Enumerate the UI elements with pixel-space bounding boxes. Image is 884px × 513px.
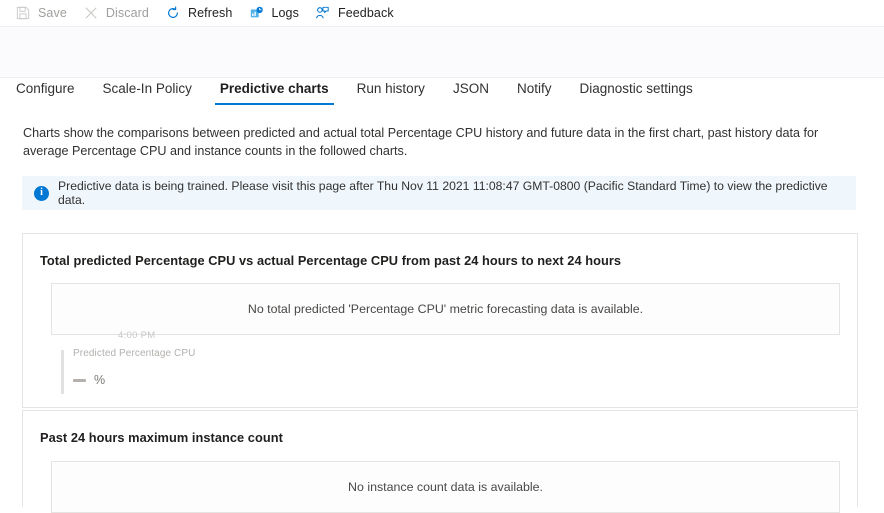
forecast-legend-item: % bbox=[73, 373, 195, 387]
forecast-chart-legend: Predicted Percentage CPU % bbox=[61, 348, 196, 394]
tab-predictive-charts[interactable]: Predictive charts bbox=[206, 80, 343, 105]
info-icon: i bbox=[34, 185, 49, 201]
tab-scale-in-policy[interactable]: Scale-In Policy bbox=[89, 80, 206, 105]
logs-icon bbox=[247, 5, 265, 21]
tab-label: Scale-In Policy bbox=[102, 81, 192, 96]
refresh-icon bbox=[164, 5, 182, 21]
tab-label: Notify bbox=[516, 81, 552, 96]
toolbar-spacer bbox=[0, 26, 884, 78]
save-icon bbox=[14, 5, 32, 21]
info-banner-text: Predictive data is being trained. Please… bbox=[58, 179, 828, 207]
tab-label: Predictive charts bbox=[219, 81, 329, 96]
forecast-empty-message: No total predicted 'Percentage CPU' metr… bbox=[247, 302, 644, 316]
forecast-axis-tick: 4:00 PM bbox=[118, 330, 156, 341]
save-label: Save bbox=[38, 6, 67, 20]
tab-label: Diagnostic settings bbox=[579, 81, 693, 96]
tab-json[interactable]: JSON bbox=[439, 80, 503, 105]
feedback-icon bbox=[314, 5, 332, 21]
forecast-legend-title: Predicted Percentage CPU bbox=[73, 348, 196, 359]
refresh-label: Refresh bbox=[187, 6, 233, 20]
forecast-empty-state: No total predicted 'Percentage CPU' metr… bbox=[51, 283, 840, 335]
instance-empty-state: No instance count data is available. bbox=[51, 461, 840, 513]
legend-swatch-icon bbox=[73, 378, 86, 382]
instance-empty-message: No instance count data is available. bbox=[348, 480, 543, 494]
discard-label: Discard bbox=[105, 6, 149, 20]
forecast-chart-card: Total predicted Percentage CPU vs actual… bbox=[22, 233, 858, 408]
feedback-label: Feedback bbox=[337, 6, 394, 20]
command-bar: Save Discard Refresh Logs Feedback bbox=[0, 0, 884, 26]
logs-label: Logs bbox=[271, 6, 299, 20]
tab-notify[interactable]: Notify bbox=[503, 80, 566, 105]
save-button[interactable]: Save bbox=[10, 0, 76, 26]
forecast-legend-unit: % bbox=[94, 373, 106, 387]
tab-bar: Configure Scale-In Policy Predictive cha… bbox=[0, 80, 884, 113]
logs-button[interactable]: Logs bbox=[243, 0, 308, 26]
feedback-button[interactable]: Feedback bbox=[310, 0, 403, 26]
discard-button[interactable]: Discard bbox=[78, 0, 158, 26]
tab-configure[interactable]: Configure bbox=[2, 80, 89, 105]
instance-count-title: Past 24 hours maximum instance count bbox=[40, 430, 283, 445]
instance-count-card: Past 24 hours maximum instance count No … bbox=[22, 410, 858, 513]
tab-run-history[interactable]: Run history bbox=[343, 80, 439, 105]
page-description: Charts show the comparisons between pred… bbox=[23, 126, 819, 158]
refresh-button[interactable]: Refresh bbox=[160, 0, 241, 26]
forecast-chart-title: Total predicted Percentage CPU vs actual… bbox=[40, 253, 622, 268]
info-banner: i Predictive data is being trained. Plea… bbox=[22, 176, 856, 210]
tab-diagnostic-settings[interactable]: Diagnostic settings bbox=[565, 80, 706, 105]
discard-icon bbox=[82, 5, 100, 21]
tab-label: Configure bbox=[16, 81, 75, 96]
tab-label: Run history bbox=[356, 81, 425, 96]
tab-label: JSON bbox=[452, 81, 489, 96]
